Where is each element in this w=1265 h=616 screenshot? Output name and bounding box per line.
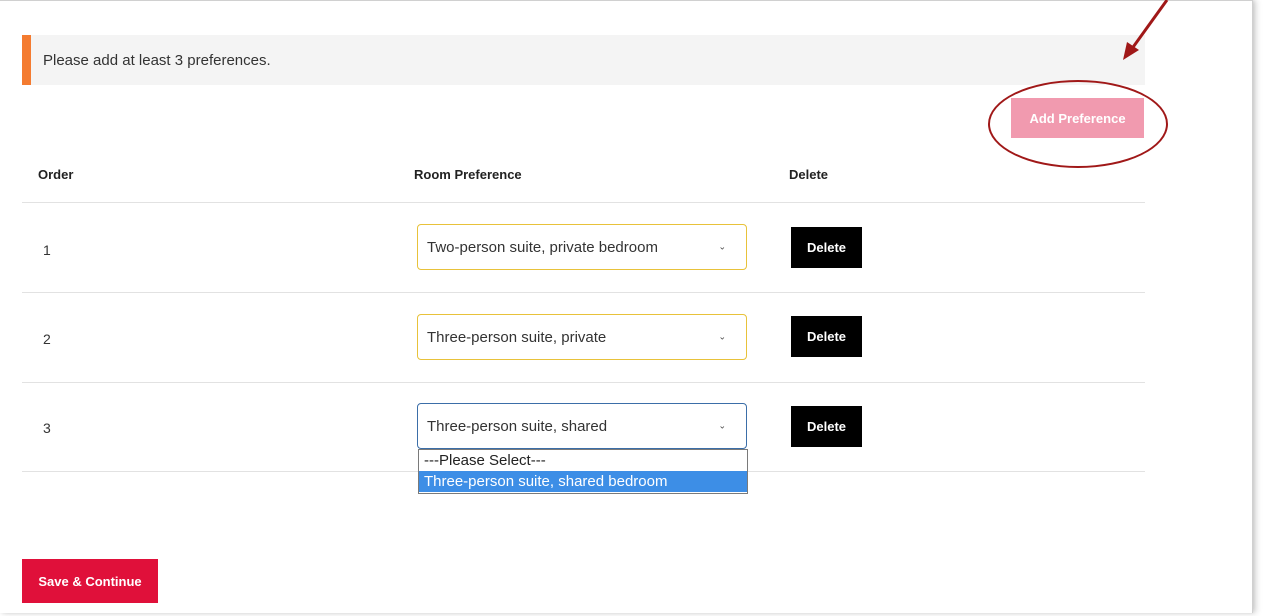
chevron-down-icon: ⌄ xyxy=(718,420,726,431)
delete-button[interactable]: Delete xyxy=(791,316,862,357)
dropdown-options-list: ---Please Select--- Three-person suite, … xyxy=(418,449,748,494)
room-preference-select[interactable]: Three-person suite, private ⌄ xyxy=(417,314,747,360)
header-room-preference: Room Preference xyxy=(414,167,522,182)
chevron-down-icon: ⌄ xyxy=(718,241,726,252)
save-continue-button[interactable]: Save & Continue xyxy=(22,559,158,603)
row-divider xyxy=(22,292,1145,293)
row-divider xyxy=(22,202,1145,203)
row-divider xyxy=(22,382,1145,383)
row-order: 1 xyxy=(43,242,51,258)
header-delete: Delete xyxy=(789,167,829,182)
room-preference-select[interactable]: Three-person suite, shared ⌄ xyxy=(417,403,747,449)
select-value: Two-person suite, private bedroom xyxy=(427,238,658,256)
page-frame xyxy=(0,0,1253,613)
dropdown-option-highlighted[interactable]: Three-person suite, shared bedroom xyxy=(419,471,747,492)
notice-text: Please add at least 3 preferences. xyxy=(43,51,271,69)
delete-button[interactable]: Delete xyxy=(791,406,862,447)
select-value: Three-person suite, private xyxy=(427,328,607,346)
notice-banner: Please add at least 3 preferences. xyxy=(22,35,1145,85)
row-order: 2 xyxy=(43,331,51,347)
delete-button[interactable]: Delete xyxy=(791,227,862,268)
dropdown-option[interactable]: ---Please Select--- xyxy=(419,450,747,471)
chevron-down-icon: ⌄ xyxy=(718,331,726,342)
select-value: Three-person suite, shared xyxy=(427,417,608,435)
row-order: 3 xyxy=(43,420,51,436)
room-preference-select[interactable]: Two-person suite, private bedroom ⌄ xyxy=(417,224,747,270)
add-preference-button[interactable]: Add Preference xyxy=(1011,98,1144,138)
header-order: Order xyxy=(38,167,74,182)
